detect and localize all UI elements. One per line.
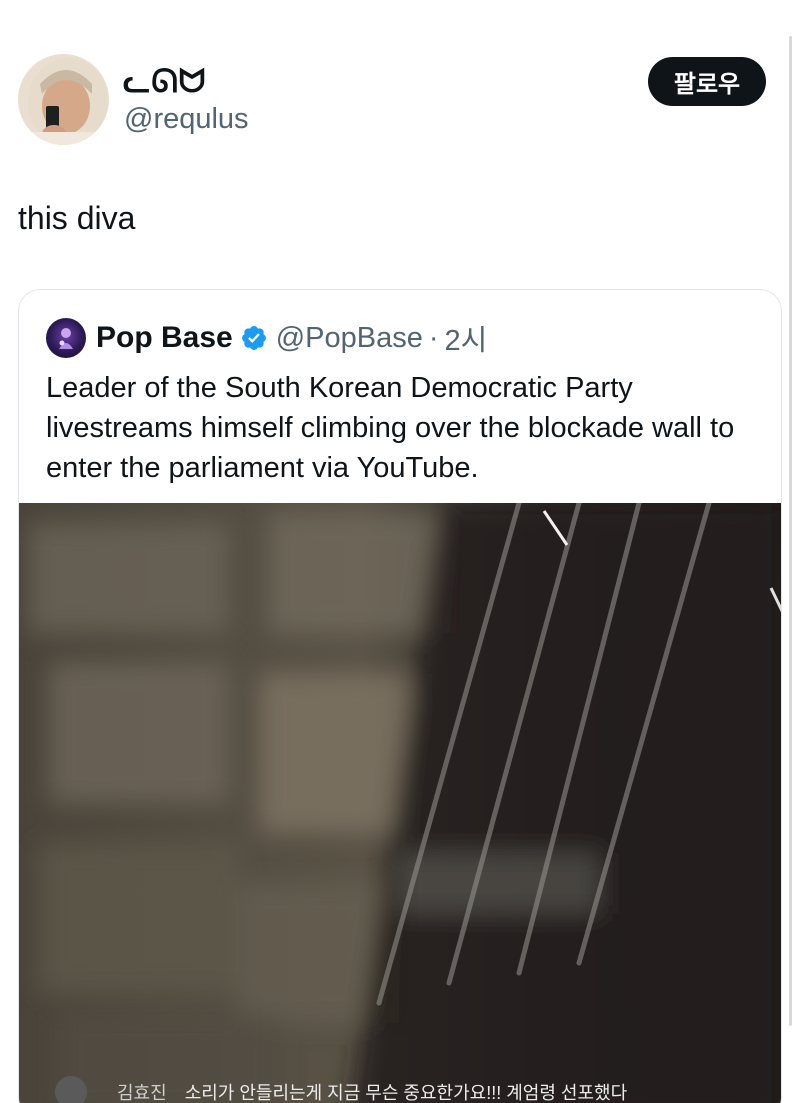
author-display-name[interactable]: ᓚᘏᗢ: [123, 62, 206, 101]
quoted-author-handle[interactable]: @PopBase: [276, 322, 423, 355]
popbase-logo-icon: [59, 328, 73, 349]
video-frame: [19, 503, 781, 1103]
chat-avatar: [55, 1076, 87, 1103]
quoted-timestamp[interactable]: 2시: [445, 317, 488, 359]
quoted-tweet-text: Leader of the South Korean Democratic Pa…: [46, 372, 735, 484]
chat-username: 김효진: [117, 1083, 167, 1103]
chat-message: 소리가 안들리는게 지금 무슨 중요한가요!!! 계엄령 선포했다: [184, 1083, 628, 1103]
live-chat-message: 김효진 소리가 안들리는게 지금 무슨 중요한가요!!! 계엄령 선포했다: [19, 1075, 781, 1103]
tweet-header: ᓚᘏᗢ @requlus 팔로우: [18, 54, 766, 146]
quoted-author-avatar[interactable]: [46, 318, 86, 358]
author-avatar[interactable]: [18, 54, 109, 145]
avatar-photo: [18, 54, 109, 145]
author-handle[interactable]: @requlus: [124, 103, 249, 136]
separator-dot: ·: [428, 321, 439, 354]
follow-button[interactable]: 팔로우: [648, 57, 766, 106]
verified-badge-icon: [241, 326, 266, 350]
quoted-tweet[interactable]: Pop Base @PopBase · 2시 Leader of the Sou…: [18, 289, 782, 1103]
quoted-tweet-header: Pop Base @PopBase · 2시: [46, 318, 487, 358]
tweet-text: this diva: [18, 200, 136, 236]
quoted-video[interactable]: 김효진 소리가 안들리는게 지금 무슨 중요한가요!!! 계엄령 선포했다: [19, 503, 781, 1103]
scrollbar[interactable]: [789, 36, 792, 1026]
quoted-author-name[interactable]: Pop Base: [96, 321, 233, 355]
